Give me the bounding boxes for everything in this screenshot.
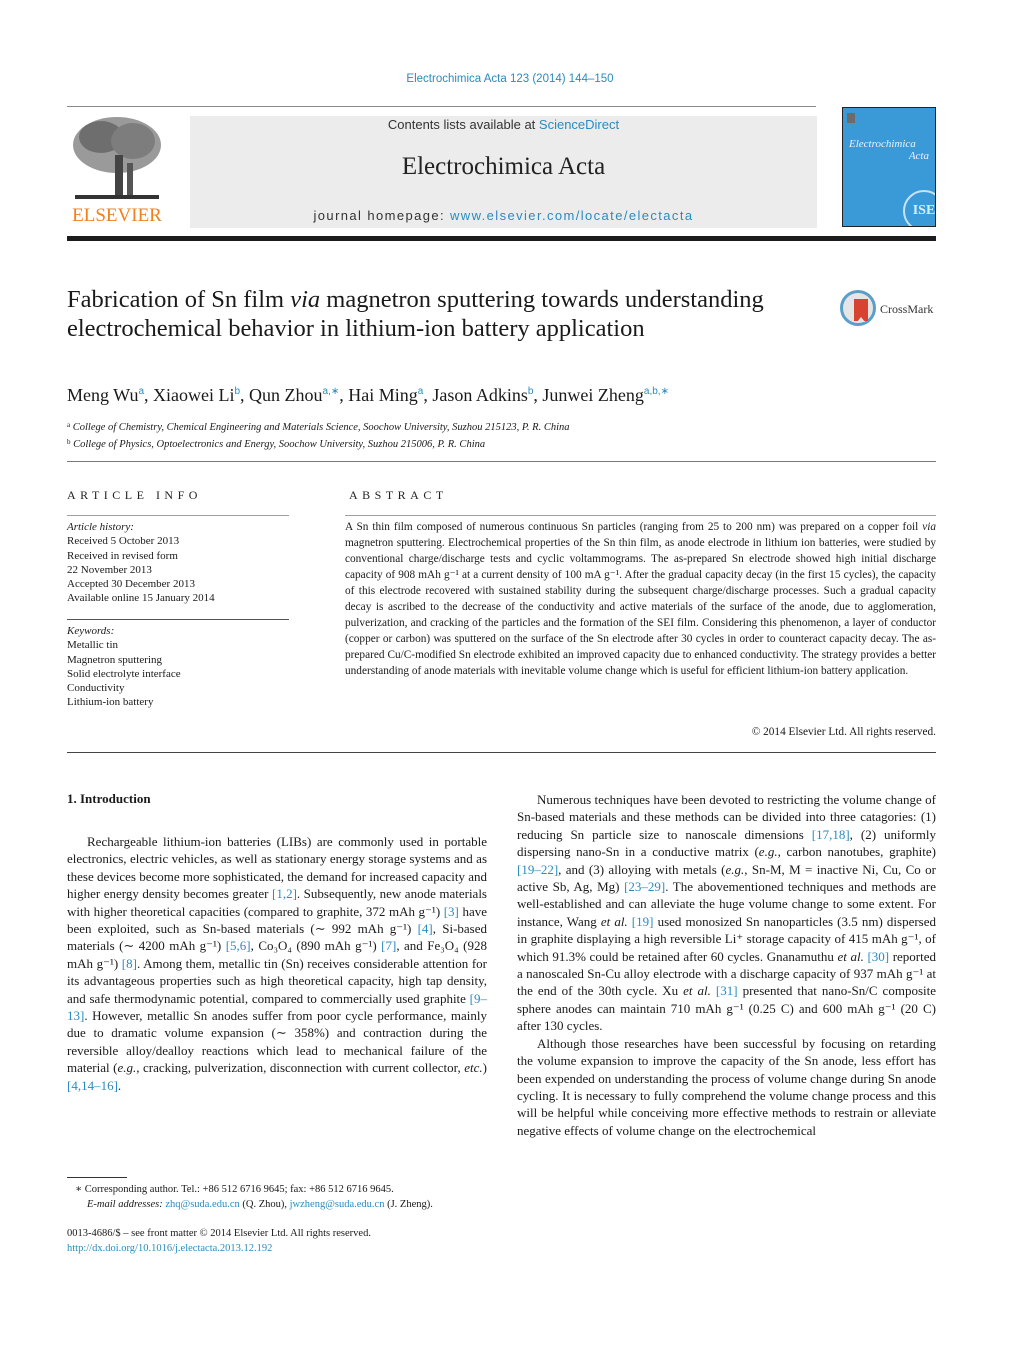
elsevier-wordmark: ELSEVIER: [72, 205, 162, 226]
citation-link[interactable]: [4]: [418, 921, 433, 936]
paragraph: Rechargeable lithium-ion batteries (LIBs…: [67, 834, 488, 1093]
contents-prefix: Contents lists available at: [387, 117, 539, 132]
footnote-rule: [67, 1177, 127, 1178]
citation-link[interactable]: [4,14–16]: [67, 1078, 118, 1093]
email-label: E-mail addresses:: [87, 1199, 166, 1210]
abstract-copyright: © 2014 Elsevier Ltd. All rights reserved…: [751, 726, 936, 738]
article-history: Article history: Received 5 October 2013…: [67, 520, 289, 606]
author-list: Meng Wua, Xiaowei Lib, Qun Zhoua,∗, Hai …: [67, 385, 669, 405]
keywords-rule: [67, 619, 289, 620]
crossmark-icon: [840, 290, 876, 326]
crossmark-button[interactable]: CrossMark: [840, 290, 940, 330]
title-italic: via: [290, 286, 321, 313]
homepage-line: journal homepage: www.elsevier.com/locat…: [190, 208, 817, 223]
citation-link[interactable]: [23–29]: [624, 879, 665, 894]
author-name[interactable]: Qun Zhou: [249, 385, 323, 405]
citation-link[interactable]: [30]: [867, 949, 889, 964]
email-link-zheng[interactable]: jwzheng@suda.edu.cn: [290, 1199, 385, 1210]
email-link-zhou[interactable]: zhq@suda.edu.cn: [165, 1199, 239, 1210]
article-info-heading: ARTICLE INFO: [67, 488, 202, 502]
footnotes: ∗ Corresponding author. Tel.: +86 512 67…: [75, 1182, 505, 1212]
title-part1: Fabrication of Sn film: [67, 286, 291, 313]
author-name[interactable]: Junwei Zheng: [542, 385, 643, 405]
issn-line: 0013-4686/$ – see front matter © 2014 El…: [67, 1228, 371, 1239]
journal-homepage-link[interactable]: www.elsevier.com/locate/electacta: [450, 208, 693, 223]
affiliation-a: a College of Chemistry, Chemical Enginee…: [67, 421, 570, 433]
history-item: Available online 15 January 2014: [67, 592, 215, 605]
cover-title: Electrochimica Acta: [849, 138, 929, 162]
author-affiliation-marker[interactable]: a,∗: [323, 386, 340, 397]
cover-title-line1: Electrochimica: [849, 138, 916, 150]
citation-link[interactable]: [19–22]: [517, 862, 558, 877]
email-note: E-mail addresses: zhq@suda.edu.cn (Q. Zh…: [75, 1197, 505, 1212]
abstract-rule: [345, 515, 936, 516]
journal-masthead: Contents lists available at ScienceDirec…: [190, 116, 817, 228]
body-column-left: Rechargeable lithium-ion batteries (LIBs…: [67, 833, 487, 1094]
cover-title-line2: Acta: [908, 150, 929, 162]
citation-link[interactable]: [17,18]: [812, 827, 850, 842]
masthead-rule: [67, 236, 936, 241]
affiliations: a College of Chemistry, Chemical Enginee…: [67, 418, 937, 452]
elsevier-logo: ELSEVIER: [67, 115, 167, 227]
author-name[interactable]: Xiaowei Li: [153, 385, 234, 405]
running-head[interactable]: Electrochimica Acta 123 (2014) 144–150: [0, 73, 1020, 85]
body-column-right: Numerous techniques have been devoted to…: [517, 791, 936, 1139]
ise-seal-icon: ISE: [903, 190, 935, 226]
citation-link[interactable]: [3]: [444, 904, 459, 919]
keyword-item: Solid electrolyte interface: [67, 667, 181, 680]
author-affiliation-marker[interactable]: a: [138, 386, 144, 397]
citation-link[interactable]: [31]: [716, 983, 738, 998]
sciencedirect-link[interactable]: ScienceDirect: [539, 117, 619, 132]
history-item: Accepted 30 December 2013: [67, 578, 195, 591]
keyword-item: Conductivity: [67, 682, 125, 695]
paragraph: Numerous techniques have been devoted to…: [517, 792, 937, 1034]
history-label: Article history:: [67, 521, 134, 533]
crossmark-label: CrossMark: [880, 302, 934, 316]
abstract-bottom-rule: [67, 752, 936, 753]
tree-icon: [71, 115, 163, 203]
corresponding-author-note: ∗ Corresponding author. Tel.: +86 512 67…: [75, 1184, 394, 1195]
article-info-rule: [67, 515, 289, 516]
homepage-prefix: journal homepage:: [313, 208, 451, 223]
doi-link[interactable]: http://dx.doi.org/10.1016/j.electacta.20…: [67, 1241, 507, 1256]
citation-link[interactable]: [9–13]: [67, 991, 487, 1023]
citation-link[interactable]: [7]: [381, 938, 396, 953]
section-heading-introduction: 1. Introduction: [67, 791, 151, 806]
history-item: 22 November 2013: [67, 563, 152, 576]
cover-publisher-mark: [847, 113, 855, 123]
citation-link[interactable]: [1,2]: [272, 886, 297, 901]
author-affiliation-marker[interactable]: b: [234, 386, 240, 397]
keywords-label: Keywords:: [67, 625, 115, 637]
keywords: Keywords: Metallic tin Magnetron sputter…: [67, 624, 289, 710]
contents-line: Contents lists available at ScienceDirec…: [190, 117, 817, 132]
author-name[interactable]: Hai Ming: [348, 385, 418, 405]
author-affiliation-marker[interactable]: a,b,∗: [644, 386, 669, 397]
abstract-heading: ABSTRACT: [349, 488, 448, 502]
paragraph: Although those researches have been succ…: [517, 1035, 936, 1138]
affiliation-b: b College of Physics, Optoelectronics an…: [67, 438, 486, 450]
author-affiliation-marker[interactable]: a: [418, 386, 424, 397]
keyword-item: Lithium-ion battery: [67, 696, 154, 709]
journal-name: Electrochimica Acta: [401, 153, 606, 180]
citation-link[interactable]: [19]: [632, 914, 654, 929]
author-affiliation-marker[interactable]: b: [528, 386, 534, 397]
citation-link[interactable]: [8]: [122, 956, 137, 971]
affiliation-rule: [67, 461, 936, 462]
author-name[interactable]: Jason Adkins: [432, 385, 528, 405]
abstract-text: A Sn thin film composed of numerous cont…: [345, 521, 936, 677]
history-item: Received in revised form: [67, 549, 178, 562]
header-rule: [67, 106, 816, 107]
citation-link[interactable]: [5,6]: [226, 938, 251, 953]
history-item: Received 5 October 2013: [67, 535, 180, 548]
issn-block: 0013-4686/$ – see front matter © 2014 El…: [67, 1226, 507, 1256]
keyword-item: Metallic tin: [67, 639, 119, 652]
article-title: Fabrication of Sn film via magnetron spu…: [67, 285, 767, 343]
author-name[interactable]: Meng Wu: [67, 385, 138, 405]
journal-cover-thumbnail[interactable]: Electrochimica Acta ISE: [842, 107, 936, 227]
keyword-item: Magnetron sputtering: [67, 653, 163, 666]
